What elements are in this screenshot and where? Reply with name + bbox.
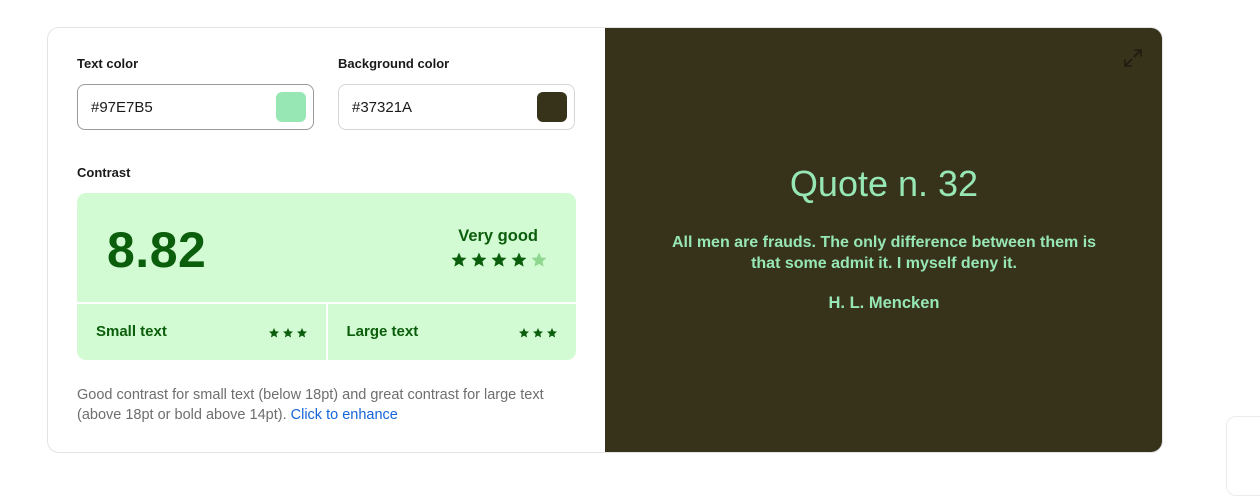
- enhance-link[interactable]: Click to enhance: [291, 407, 398, 423]
- star-filled-icon: [471, 252, 487, 267]
- contrast-breakdown: Small text Large text: [77, 302, 577, 360]
- text-color-label: Text color: [77, 56, 139, 71]
- star-filled-icon: [296, 328, 307, 338]
- background-color-swatch[interactable]: [537, 92, 567, 122]
- star-filled-icon: [519, 328, 529, 338]
- contrast-ratio: 8.82: [107, 222, 207, 278]
- contrast-checker-card: Text color Background color Contrast 8.8…: [47, 27, 1163, 453]
- rating-stars: [450, 251, 548, 269]
- small-text-rating: Small text: [77, 304, 326, 360]
- quote-title: Quote n. 32: [789, 163, 979, 204]
- star-filled-icon: [491, 252, 507, 267]
- background-color-field[interactable]: [338, 84, 575, 130]
- quote-text: All men are frauds. The only difference …: [671, 234, 1097, 272]
- star-filled-icon: [533, 328, 543, 338]
- star-filled-icon: [268, 328, 279, 338]
- small-text-label: Small text: [96, 323, 167, 340]
- preview-panel: Quote n. 32 All men are frauds. The only…: [605, 28, 1162, 452]
- background-color-input[interactable]: [352, 85, 522, 129]
- text-color-input[interactable]: [91, 85, 261, 129]
- side-panel-edge: [1226, 416, 1260, 496]
- small-text-stars: [268, 327, 308, 339]
- contrast-summary: 8.82 Very good: [77, 193, 576, 303]
- large-text-rating: Large text: [325, 304, 577, 360]
- star-filled-icon: [547, 328, 557, 338]
- text-color-swatch[interactable]: [276, 92, 306, 122]
- star-filled-icon: [451, 252, 467, 267]
- rating-label: Very good: [458, 227, 538, 245]
- controls-panel: Text color Background color Contrast 8.8…: [48, 28, 605, 452]
- star-filled-icon: [511, 252, 527, 267]
- star-filled-icon: [282, 328, 293, 338]
- text-color-field[interactable]: [77, 84, 314, 130]
- background-color-label: Background color: [338, 56, 450, 71]
- contrast-label: Contrast: [77, 165, 131, 180]
- quote-author: H. L. Mencken: [828, 294, 940, 312]
- contrast-result: 8.82 Very good Small text Large text: [77, 193, 576, 360]
- large-text-stars: [518, 327, 558, 339]
- large-text-label: Large text: [346, 323, 419, 340]
- expand-icon[interactable]: [1122, 47, 1144, 69]
- contrast-description: Good contrast for small text (below 18pt…: [77, 385, 577, 425]
- star-empty-icon: [531, 252, 547, 267]
